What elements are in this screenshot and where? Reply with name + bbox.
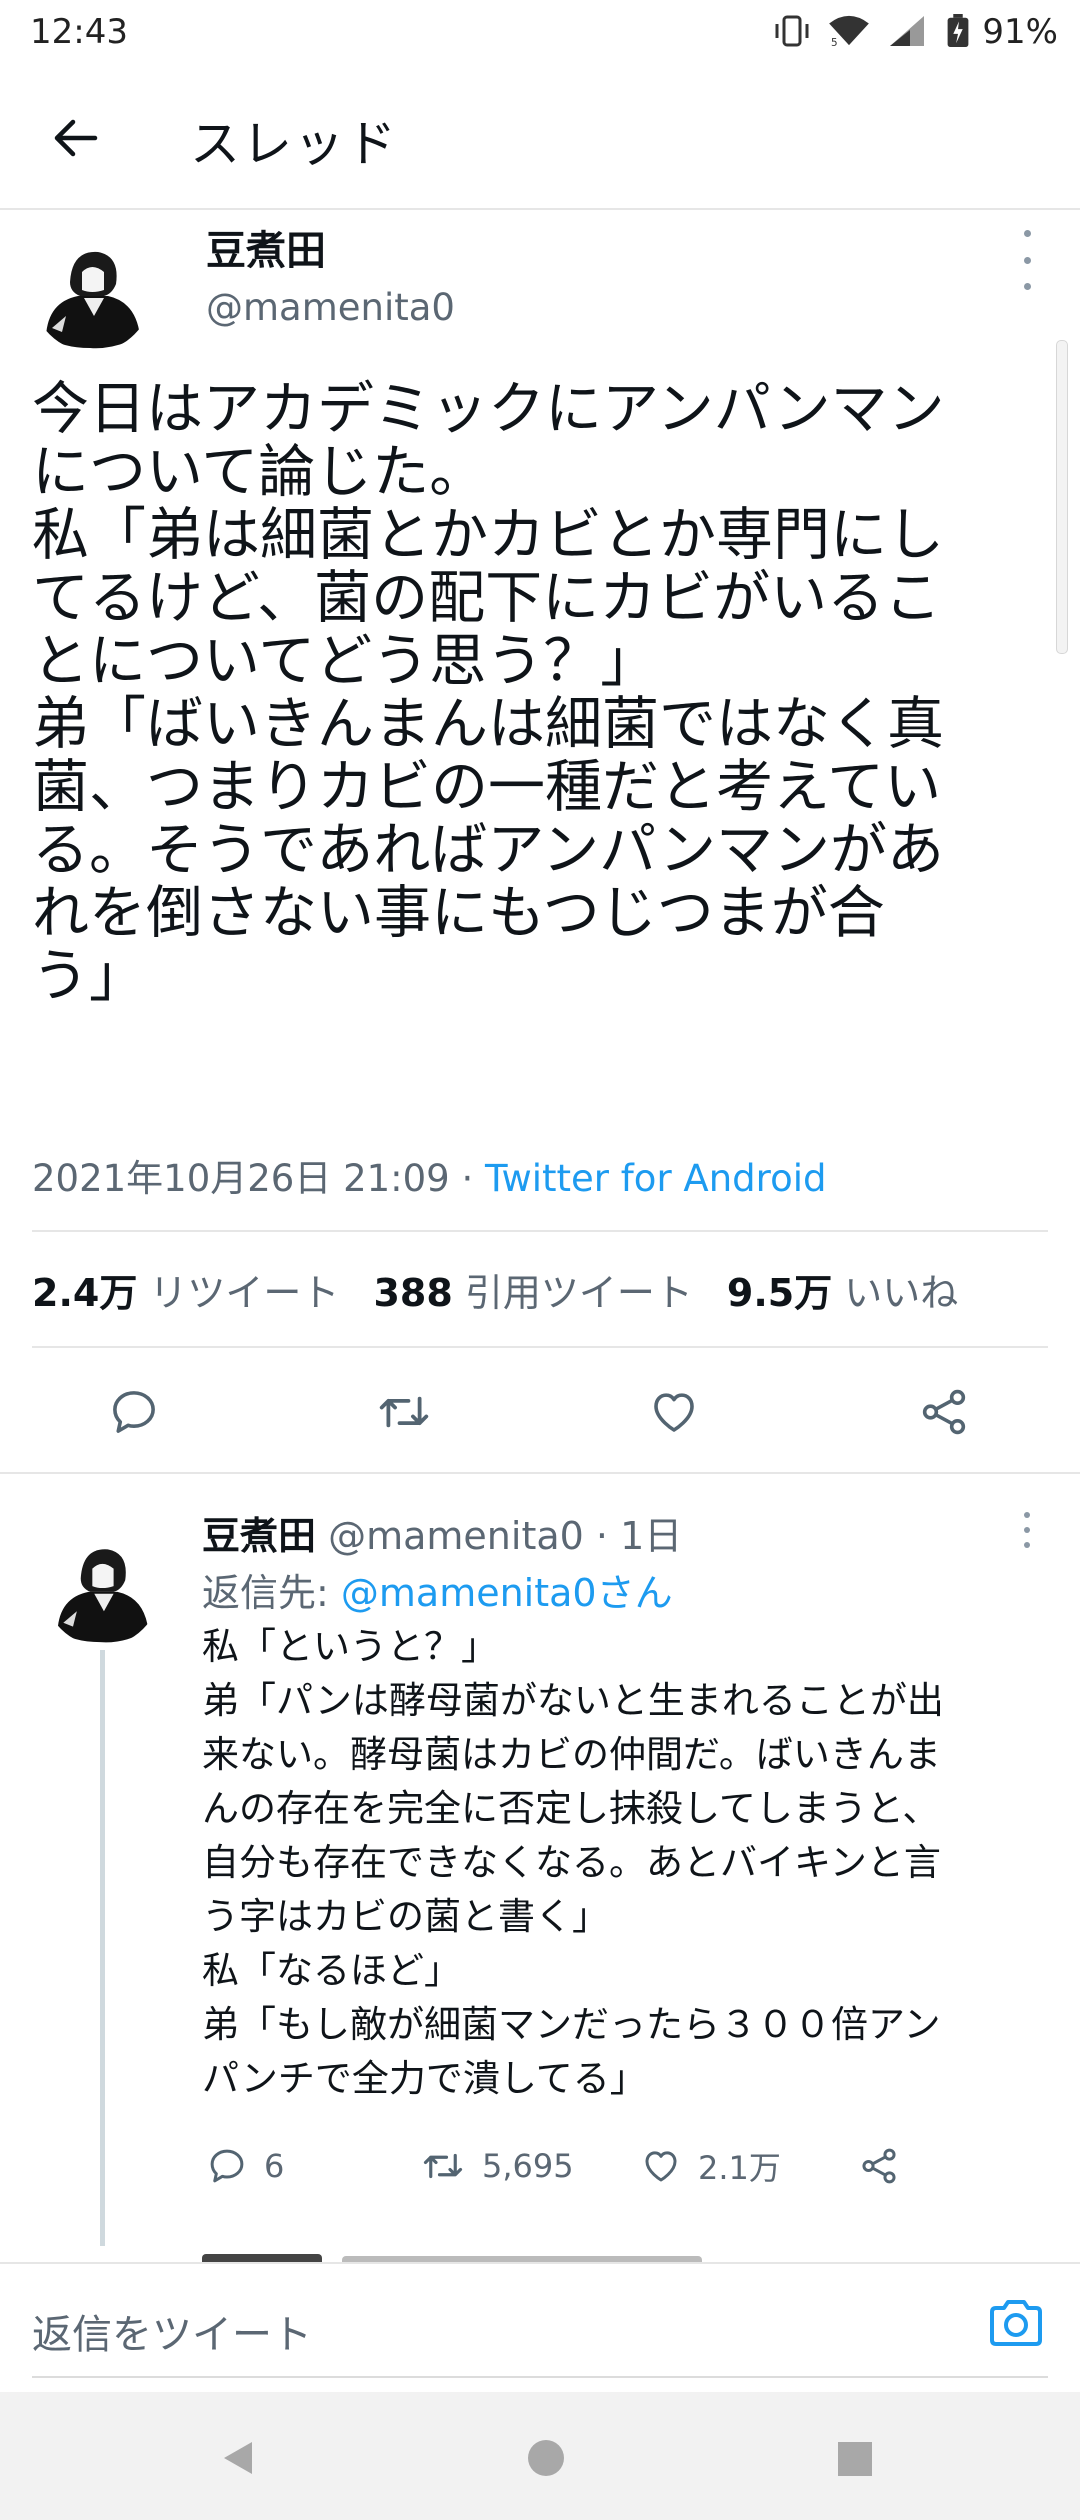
tweet-source-link[interactable]: Twitter for Android xyxy=(485,1157,826,1200)
reply-button[interactable] xyxy=(94,1372,174,1452)
reply-author-handle[interactable]: @mamenita0 xyxy=(328,1514,584,1558)
tweet-timestamp: 2021年10月26日 21:09 xyxy=(32,1157,450,1200)
scrollbar[interactable] xyxy=(1056,340,1068,654)
tweet-stats: 2.4万 リツイート 388 引用ツイート 9.5万 いいね xyxy=(32,1262,958,1317)
thread-connector-line xyxy=(100,1650,105,2246)
reply-input[interactable]: 返信をツイート xyxy=(32,2302,312,2360)
reply-more-options-icon[interactable] xyxy=(1012,1512,1042,1548)
reply-time: 1日 xyxy=(620,1514,683,1558)
svg-text:5: 5 xyxy=(831,37,838,48)
share-button[interactable] xyxy=(904,1372,984,1452)
reply-composer: 返信をツイート xyxy=(0,2262,1080,2392)
like-count[interactable]: 9.5万 xyxy=(727,1271,832,1315)
like-icon xyxy=(645,2151,677,2182)
meta-separator: · xyxy=(461,1157,474,1200)
page-title: スレッド xyxy=(190,115,398,173)
system-nav-bar xyxy=(0,2392,1080,2520)
quote-label[interactable]: 引用ツイート xyxy=(465,1271,693,1315)
reply-header: 豆煮田 @mamenita0 · 1日 xyxy=(202,1505,682,1560)
camera-icon xyxy=(990,2300,1042,2346)
retweet-icon xyxy=(423,2153,463,2179)
reply-retweet-button[interactable]: 5,695 xyxy=(420,2136,574,2196)
back-button[interactable] xyxy=(40,110,110,166)
status-bar: 12:43 5 91% xyxy=(0,0,1080,66)
reply-reply-button[interactable]: 6 xyxy=(206,2136,284,2196)
avatar-illustration xyxy=(44,1530,160,1646)
author-handle[interactable]: @mamenita0 xyxy=(206,286,455,329)
composer-underline xyxy=(32,2376,1048,2378)
retweet-count[interactable]: 2.4万 xyxy=(32,1271,137,1315)
reply-to-line: 返信先: @mamenita0さん xyxy=(202,1562,673,1617)
reply-icon xyxy=(113,1391,155,1433)
retweet-icon xyxy=(379,1396,429,1428)
reply-text: 私「というと？」 弟「パンは酵母菌がないと生まれることが出 来ない。酵母菌はカビ… xyxy=(202,1625,944,2100)
next-tweet-peek[interactable] xyxy=(202,2244,762,2262)
wifi-icon: 5 xyxy=(829,15,869,48)
share-icon xyxy=(922,1389,966,1435)
signal-icon xyxy=(890,16,924,46)
reply-avatar[interactable] xyxy=(44,1530,160,1646)
reply-to-label: 返信先: xyxy=(202,1571,341,1615)
camera-button[interactable] xyxy=(986,2294,1046,2354)
reply-author-name[interactable]: 豆煮田 xyxy=(202,1514,316,1558)
back-triangle-icon[interactable] xyxy=(218,2438,258,2478)
share-icon xyxy=(862,2148,896,2184)
battery-percentage: 91% xyxy=(982,12,1058,52)
author-name[interactable]: 豆煮田 xyxy=(206,218,326,276)
tweet-text: 今日はアカデミックにアンパンマン について論じた。 私「弟は細菌とかカビとか専門… xyxy=(32,376,945,1009)
home-circle-icon[interactable] xyxy=(526,2438,566,2478)
like-icon xyxy=(654,1393,694,1432)
retweet-label[interactable]: リツイート xyxy=(149,1271,339,1315)
reply-to-mention[interactable]: @mamenita0さん xyxy=(341,1571,673,1615)
recents-square-icon[interactable] xyxy=(836,2440,874,2478)
reply-reply-count: 6 xyxy=(264,2147,285,2185)
arrow-left-icon xyxy=(54,119,98,157)
reply-icon xyxy=(210,2149,244,2183)
app-header: スレッド xyxy=(0,66,1080,210)
reply-separator: · xyxy=(595,1514,608,1558)
avatar[interactable] xyxy=(32,232,152,352)
reply-share-button[interactable] xyxy=(858,2136,916,2196)
divider xyxy=(0,1472,1080,1474)
battery-charging-icon xyxy=(947,14,969,48)
vibrate-icon xyxy=(775,15,809,47)
reply-retweet-count: 5,695 xyxy=(482,2147,574,2185)
reply-like-count: 2.1万 xyxy=(698,2149,781,2187)
like-label[interactable]: いいね xyxy=(844,1271,958,1315)
more-options-icon[interactable] xyxy=(1012,230,1042,290)
like-button[interactable] xyxy=(634,1372,714,1452)
divider xyxy=(32,1346,1048,1348)
retweet-button[interactable] xyxy=(364,1372,444,1452)
quote-count[interactable]: 388 xyxy=(373,1271,452,1315)
avatar-illustration xyxy=(32,232,152,352)
status-time: 12:43 xyxy=(30,12,128,52)
tweet-meta: 2021年10月26日 21:09 · Twitter for Android xyxy=(32,1148,826,1202)
reply-like-button[interactable]: 2.1万 xyxy=(640,2136,781,2196)
divider xyxy=(32,1230,1048,1232)
